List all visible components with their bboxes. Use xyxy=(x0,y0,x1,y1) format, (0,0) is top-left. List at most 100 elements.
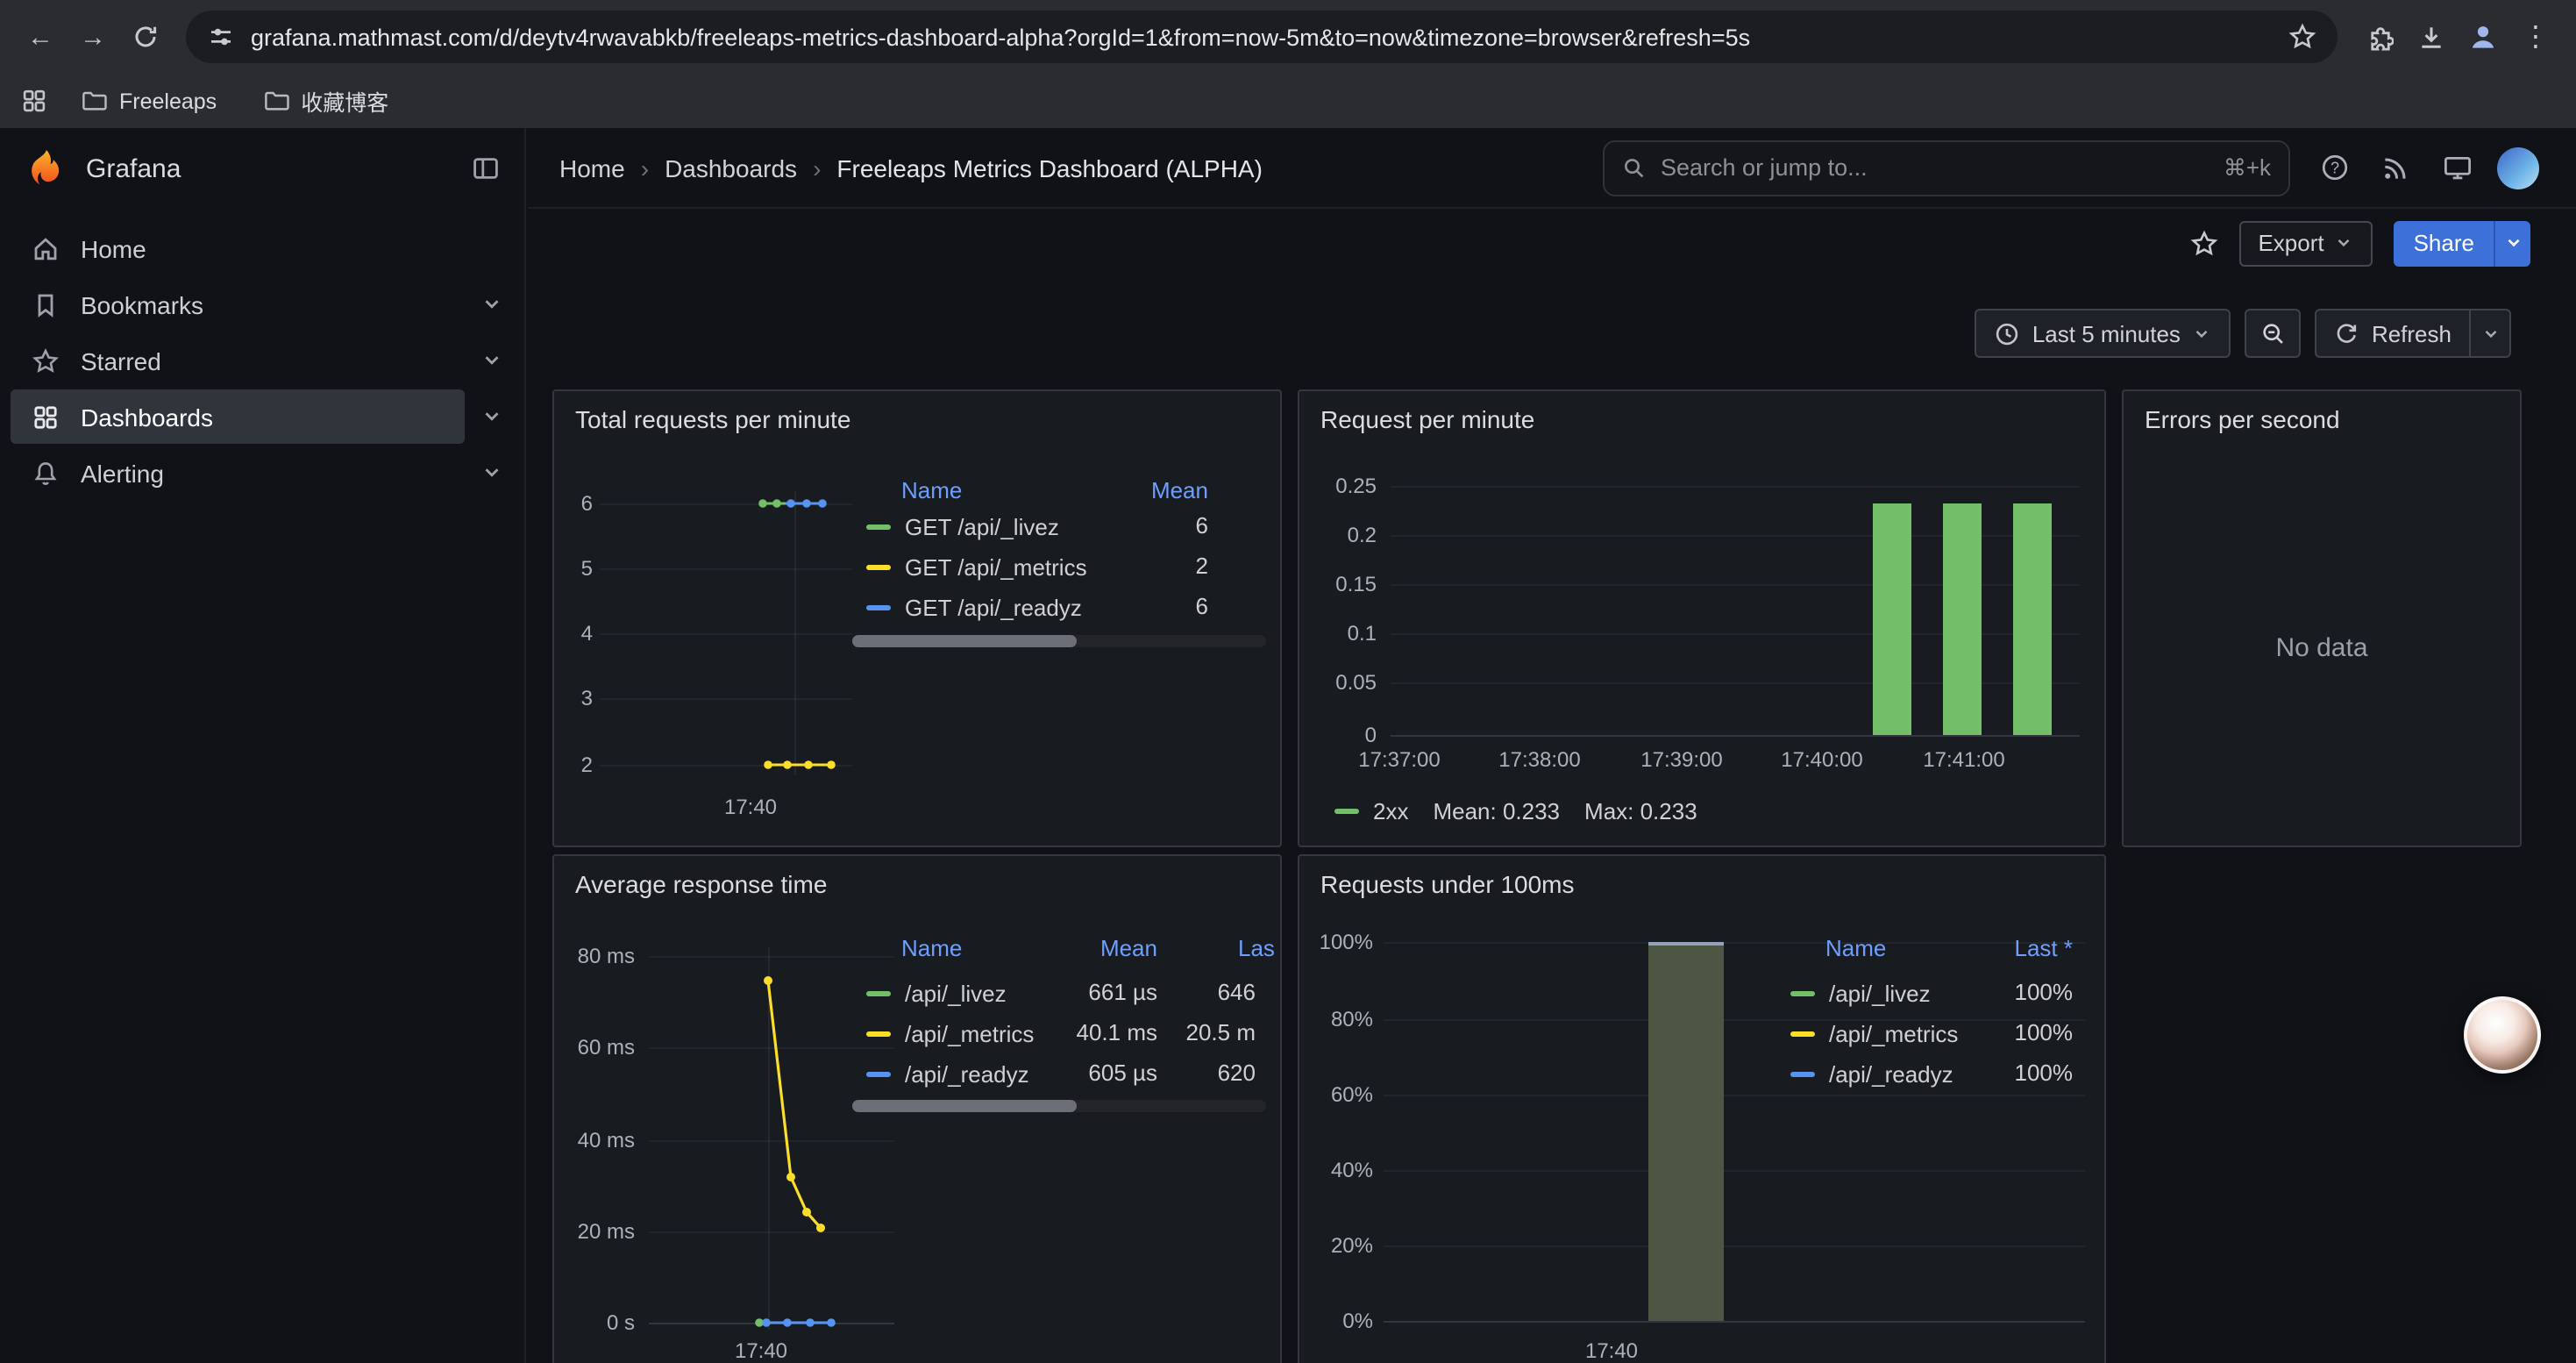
refresh-interval-dropdown[interactable] xyxy=(2469,309,2511,358)
back-icon[interactable]: ← xyxy=(14,11,67,63)
monitor-icon[interactable] xyxy=(2430,141,2483,194)
legend-header-name[interactable]: Name xyxy=(1825,930,1886,968)
panel-title[interactable]: Requests under 100ms xyxy=(1320,870,1575,898)
legend-last-value: 620 xyxy=(1218,1054,1256,1093)
y-tick: 0.05 xyxy=(1299,670,1377,695)
legend-header-last[interactable]: Last * xyxy=(2015,930,2074,968)
scrollbar-thumb[interactable] xyxy=(852,1100,1077,1112)
chevron-down-icon xyxy=(2335,233,2354,253)
x-tick: 17:40 xyxy=(722,1338,800,1363)
sidebar-item-starred[interactable]: Starred xyxy=(11,333,465,388)
series-color-dash xyxy=(1790,1071,1815,1076)
legend-header-mean[interactable]: Mean xyxy=(1151,472,1208,510)
chevron-down-icon[interactable] xyxy=(480,405,503,428)
help-icon[interactable]: ? xyxy=(2308,141,2360,194)
panel-total-requests: Total requests per minute 6 5 4 3 2 17:4… xyxy=(552,389,1282,847)
reload-icon[interactable] xyxy=(119,11,172,63)
apps-grid-icon[interactable] xyxy=(21,88,47,114)
bar-2xx[interactable] xyxy=(1873,503,1911,735)
bookmark-folder-blogs[interactable]: 收藏博客 xyxy=(250,79,401,123)
folder-icon xyxy=(262,88,288,114)
chevron-down-icon[interactable] xyxy=(480,349,503,372)
y-tick: 100% xyxy=(1299,930,1373,954)
sidebar-item-alerting[interactable]: Alerting xyxy=(11,446,465,500)
export-button[interactable]: Export xyxy=(2238,220,2373,266)
forward-icon[interactable]: → xyxy=(67,11,119,63)
breadcrumb-home[interactable]: Home xyxy=(559,153,625,182)
bookmark-folder-freeleaps[interactable]: Freeleaps xyxy=(68,82,229,119)
breadcrumb-dashboards[interactable]: Dashboards xyxy=(665,153,797,182)
legend-row[interactable]: /api/_livez xyxy=(1790,974,1931,1012)
grafana-logo[interactable] xyxy=(25,146,68,190)
dashboards-icon xyxy=(32,403,60,431)
refresh-button[interactable]: Refresh xyxy=(2316,309,2471,358)
legend-max: Max: 0.233 xyxy=(1584,797,1697,824)
svg-text:?: ? xyxy=(2330,159,2338,176)
address-bar[interactable] xyxy=(186,11,2338,63)
sidebar-item-bookmarks[interactable]: Bookmarks xyxy=(11,277,465,332)
legend-row[interactable]: /api/_metrics xyxy=(1790,1014,1958,1053)
panel-title[interactable]: Request per minute xyxy=(1320,405,1534,433)
sidebar: Grafana Home Bookmarks xyxy=(0,128,526,1363)
bookmarks-bar: Freeleaps 收藏博客 xyxy=(0,74,2576,128)
sidebar-item-label: Dashboards xyxy=(81,403,213,431)
legend-row[interactable]: GET /api/_livez xyxy=(866,507,1059,546)
gridline xyxy=(600,698,852,700)
legend-row[interactable]: GET /api/_readyz xyxy=(866,588,1082,626)
bar-2xx[interactable] xyxy=(1943,503,1982,735)
sidebar-item-dashboards[interactable]: Dashboards xyxy=(11,389,465,444)
breadcrumb-separator: › xyxy=(813,153,821,182)
share-button[interactable]: Share xyxy=(2395,220,2494,266)
floating-avatar[interactable] xyxy=(2464,996,2541,1074)
x-axis xyxy=(1391,735,2080,737)
legend-last-value: 646 xyxy=(1218,974,1256,1012)
series-color-dash xyxy=(1790,990,1815,995)
scrollbar-thumb[interactable] xyxy=(852,635,1077,647)
legend-row[interactable]: /api/_readyz xyxy=(866,1054,1029,1093)
legend-header-mean[interactable]: Mean xyxy=(1100,930,1157,968)
favorite-star-icon[interactable] xyxy=(2189,229,2217,257)
legend-row[interactable]: /api/_metrics xyxy=(866,1014,1034,1053)
legend-header-name[interactable]: Name xyxy=(901,930,962,968)
profile-icon[interactable] xyxy=(2457,11,2509,63)
zoom-out-button[interactable] xyxy=(2245,309,2302,358)
bookmark-icon xyxy=(32,290,60,318)
x-tick: 17:41:00 xyxy=(1908,747,2020,772)
y-tick: 60% xyxy=(1299,1082,1373,1107)
chevron-down-icon[interactable] xyxy=(480,461,503,484)
legend-header-last[interactable]: Las xyxy=(1238,930,1275,968)
screen: ← → ⋮ xyxy=(0,0,2576,1363)
legend-row[interactable]: /api/_readyz xyxy=(1790,1054,1953,1093)
y-tick: 0.25 xyxy=(1299,474,1377,498)
extensions-icon[interactable] xyxy=(2352,11,2404,63)
search-input[interactable] xyxy=(1661,154,2210,181)
menu-icon[interactable]: ⋮ xyxy=(2509,11,2562,63)
panel-title[interactable]: Average response time xyxy=(575,870,827,898)
bookmark-star-icon[interactable] xyxy=(2288,23,2316,51)
url-input[interactable] xyxy=(251,24,2273,50)
bar-under-100ms[interactable] xyxy=(1648,942,1724,1321)
legend-header-name[interactable]: Name xyxy=(901,472,962,510)
time-range-picker[interactable]: Last 5 minutes xyxy=(1975,309,2231,358)
legend-row[interactable]: GET /api/_metrics xyxy=(866,547,1087,586)
legend-row[interactable]: /api/_livez xyxy=(866,974,1007,1012)
panel-title[interactable]: Errors per second xyxy=(2145,405,2340,433)
bar-2xx[interactable] xyxy=(2013,503,2052,735)
user-avatar[interactable] xyxy=(2492,141,2544,194)
clock-icon xyxy=(1994,320,2020,346)
legend-scrollbar[interactable] xyxy=(852,635,1266,647)
panel-title[interactable]: Total requests per minute xyxy=(575,405,850,433)
sidebar-item-home[interactable]: Home xyxy=(11,221,465,275)
legend-row[interactable]: 2xx Mean: 0.233 Max: 0.233 xyxy=(1334,791,1697,830)
brand-row: Grafana xyxy=(0,128,524,209)
search-box[interactable]: ⌘+k xyxy=(1603,139,2290,196)
share-dropdown-button[interactable] xyxy=(2494,220,2530,266)
export-label: Export xyxy=(2258,230,2323,256)
rss-icon[interactable] xyxy=(2369,141,2422,194)
dock-menu-icon[interactable] xyxy=(472,154,500,182)
chevron-down-icon[interactable] xyxy=(480,293,503,316)
gridline xyxy=(649,1231,894,1233)
site-controls-icon[interactable] xyxy=(207,23,235,51)
legend-scrollbar[interactable] xyxy=(852,1100,1266,1112)
downloads-icon[interactable] xyxy=(2404,11,2457,63)
